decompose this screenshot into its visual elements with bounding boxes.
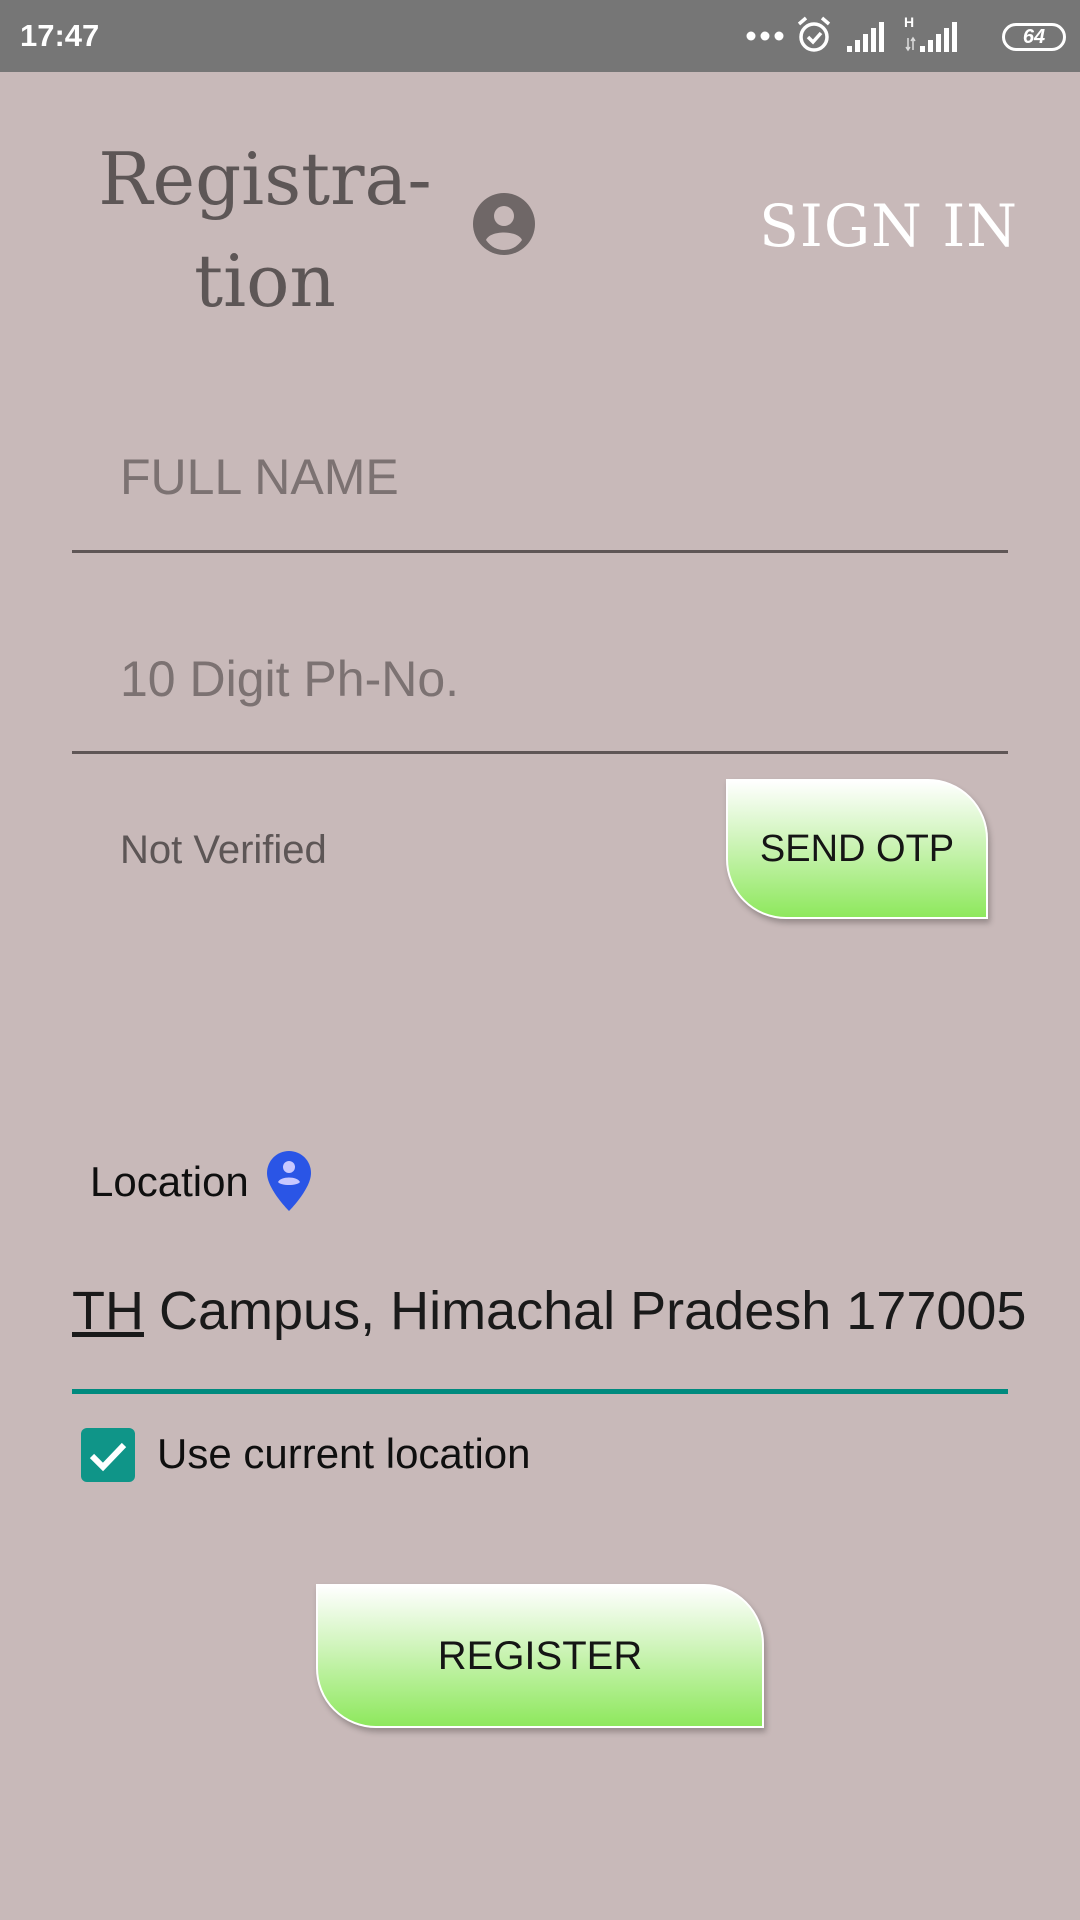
- location-pin-icon: [267, 1151, 311, 1211]
- location-input[interactable]: TH Campus, Himachal Pradesh 177005: [72, 1270, 1026, 1394]
- sign-in-link[interactable]: SIGN IN: [759, 192, 1018, 260]
- account-circle-icon: [473, 193, 535, 255]
- status-time: 17:47: [20, 18, 100, 53]
- phone-placeholder: 10 Digit Ph-No.: [120, 651, 460, 707]
- location-value-rest: Campus, Himachal Pradesh 177005: [143, 1281, 1027, 1341]
- title-line-2: tion: [194, 239, 336, 323]
- status-icons: H 64: [746, 14, 1066, 58]
- full-name-field[interactable]: FULL NAME: [72, 420, 1008, 553]
- location-label: Location: [90, 1158, 249, 1205]
- phone-field[interactable]: 10 Digit Ph-No.: [72, 620, 1008, 754]
- signal-icon: [847, 22, 884, 52]
- send-otp-button[interactable]: SEND OTP: [726, 779, 988, 919]
- verification-status: Not Verified: [120, 828, 327, 872]
- battery-level: 64: [1022, 26, 1046, 48]
- full-name-placeholder: FULL NAME: [120, 449, 399, 505]
- status-bar: 17:47 H 64: [0, 0, 1080, 72]
- title-line-1: Registra-: [98, 137, 432, 221]
- register-button[interactable]: REGISTER: [316, 1584, 764, 1728]
- page-title: Registra- tion: [95, 128, 435, 332]
- checkmark-icon: [89, 1442, 127, 1472]
- location-value-underlined: TH: [72, 1281, 144, 1341]
- alarm-icon: [797, 16, 831, 52]
- battery-icon: 64: [1002, 23, 1066, 51]
- use-current-location-label[interactable]: Use current location: [157, 1430, 531, 1478]
- location-value: TH Campus, Himachal Pradesh 177005: [72, 1280, 1026, 1342]
- use-current-location-checkbox[interactable]: [81, 1428, 135, 1482]
- signal-h-icon: [905, 22, 957, 52]
- more-dots-icon: [746, 31, 784, 41]
